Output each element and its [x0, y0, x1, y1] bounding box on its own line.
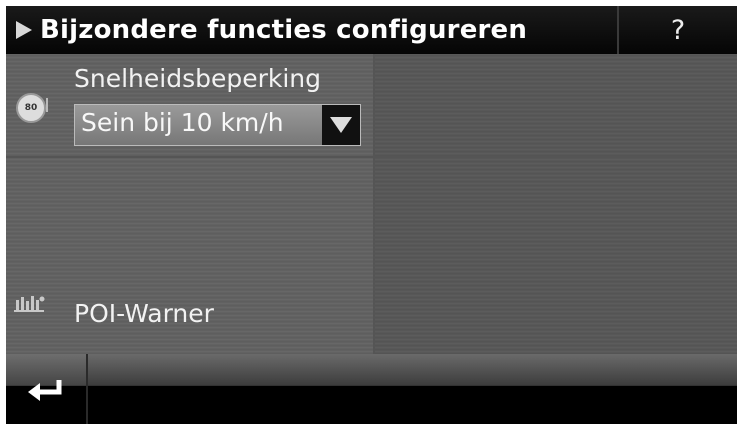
title-bar: Bijzondere functies configureren ? — [6, 6, 737, 54]
speed-limit-icon-text: 80 — [24, 103, 38, 113]
function-grid: 80 Snelheidsbeperking Sein bij 10 km/h P… — [6, 54, 737, 354]
bottom-bar — [6, 354, 737, 424]
dropdown-button[interactable] — [322, 105, 360, 145]
speed-tick-icon — [46, 98, 48, 112]
poi-warner-icon — [14, 296, 45, 312]
speed-limit-cell[interactable]: 80 Snelheidsbeperking Sein bij 10 km/h — [6, 54, 373, 156]
title-arrow-icon — [16, 21, 32, 39]
poi-warner-label: POI-Warner — [74, 299, 214, 328]
help-label: ? — [670, 14, 686, 46]
page-title: Bijzondere functies configureren — [40, 15, 528, 45]
back-button[interactable] — [6, 354, 88, 424]
screen: Bijzondere functies configureren ? 80 Sn… — [6, 6, 737, 424]
speed-limit-dropdown-value: Sein bij 10 km/h — [81, 108, 284, 137]
empty-cell-bottom-right — [375, 158, 737, 354]
poi-warner-cell[interactable]: POI-Warner — [6, 158, 373, 354]
empty-cell-top-right — [375, 54, 737, 156]
speed-limit-dropdown[interactable]: Sein bij 10 km/h — [74, 104, 361, 146]
speed-limit-label: Snelheidsbeperking — [74, 64, 322, 93]
speed-limit-icon: 80 — [16, 93, 46, 123]
chevron-down-icon — [330, 117, 352, 133]
help-button[interactable]: ? — [617, 6, 737, 54]
return-arrow-icon — [28, 380, 62, 401]
